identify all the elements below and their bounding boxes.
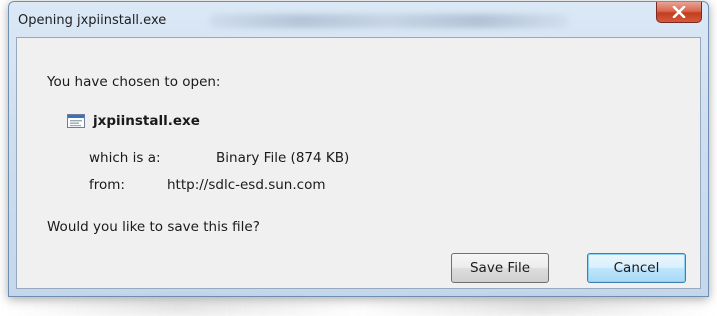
- file-name: jxpiinstall.exe: [93, 113, 200, 129]
- close-button[interactable]: [656, 2, 702, 23]
- blurred-background: [209, 14, 569, 28]
- title-bar[interactable]: Opening jxpiinstall.exe: [9, 2, 708, 36]
- from-label: from:: [89, 177, 125, 193]
- file-row: jxpiinstall.exe: [67, 113, 200, 129]
- cancel-button[interactable]: Cancel: [587, 253, 686, 283]
- which-is-label: which is a:: [89, 150, 161, 166]
- save-file-button[interactable]: Save File: [451, 253, 549, 283]
- file-type-value: Binary File (874 KB): [216, 150, 350, 166]
- executable-file-icon: [67, 114, 85, 128]
- window-title: Opening jxpiinstall.exe: [18, 13, 167, 28]
- save-question: Would you like to save this file?: [47, 219, 260, 235]
- close-icon: [672, 6, 686, 18]
- source-url-value: http://sdlc-esd.sun.com: [167, 177, 326, 193]
- dialog-content: You have chosen to open: jxpiinstall.exe…: [16, 37, 701, 289]
- blurred-background-bottom: [0, 298, 717, 316]
- open-prompt: You have chosen to open:: [47, 74, 221, 90]
- dialog-window: Opening jxpiinstall.exe You have chosen …: [8, 1, 709, 297]
